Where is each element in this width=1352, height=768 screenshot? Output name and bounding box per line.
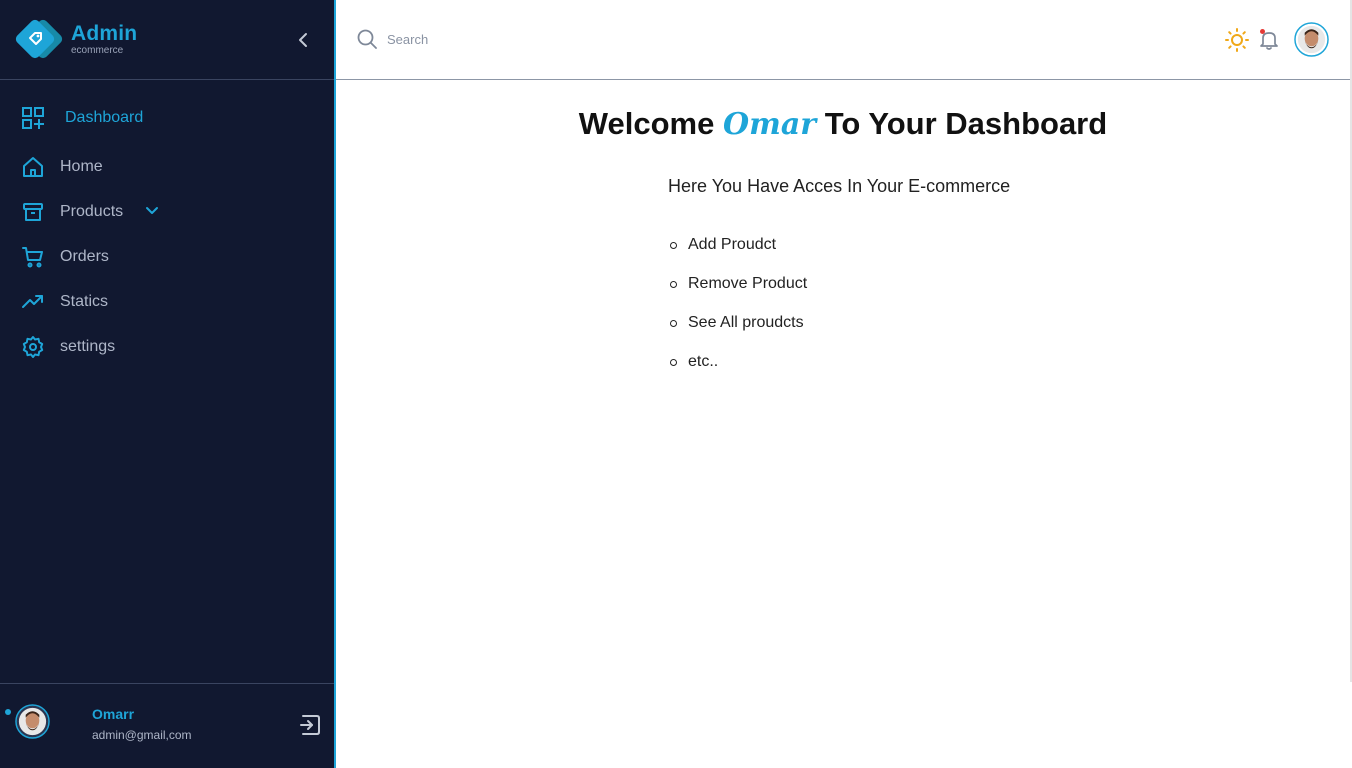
sidebar-item-label: Statics [60,293,109,310]
gear-icon [20,334,46,360]
cart-icon [20,244,46,270]
welcome-user-name: Omar [722,107,817,142]
sidebar-item-products[interactable]: Products [0,192,334,232]
sidebar-item-statics[interactable]: Statics [0,282,334,322]
sidebar-item-orders[interactable]: Orders [0,237,334,277]
brand-title: Admin [71,22,138,45]
chevron-left-icon [299,33,307,47]
page-title: Welcome Omar To Your Dashboard [336,106,1350,142]
sidebar-item-dashboard[interactable]: Dashboard [0,98,334,138]
brand: Admin ecommerce [0,0,334,80]
welcome-prefix: Welcome [578,106,715,141]
chevron-down-icon[interactable] [142,201,162,221]
search-input[interactable] [387,28,687,50]
user-profile: Omarr admin@gmail,com [0,683,334,768]
notification-dot [1260,29,1265,34]
feature-list: Add Proudct Remove Product See All proud… [668,236,807,392]
brand-subtitle: ecommerce [71,45,124,56]
avatar[interactable] [15,704,50,739]
list-item: See All proudcts [668,314,807,353]
sidebar-item-label: Products [60,203,124,220]
logo-icon [15,19,63,59]
sidebar-item-label: Home [60,158,103,175]
sidebar-item-label: Dashboard [65,109,144,126]
trending-up-icon [20,289,46,315]
sun-icon[interactable] [1225,28,1249,52]
main-content: Welcome Omar To Your Dashboard Here You … [336,80,1350,768]
sidebar-item-label: Orders [60,248,109,265]
page-subtitle: Here You Have Acces In Your E-commerce [668,176,1011,196]
sidebar-item-settings[interactable]: settings [0,327,334,367]
sidebar-item-label: settings [60,338,116,355]
search-icon [357,29,377,49]
list-item: etc.. [668,353,807,392]
header-avatar[interactable] [1294,22,1329,57]
collapse-sidebar-button[interactable] [292,29,314,51]
dashboard-icon [20,105,46,131]
sidebar: Admin ecommerce Dashboard Home Products … [0,0,336,768]
topbar [336,0,1350,80]
archive-box-icon [20,199,46,225]
home-icon [20,154,46,180]
sidebar-item-home[interactable]: Home [0,147,334,187]
logout-icon[interactable] [298,713,322,737]
user-name: Omarr [92,706,135,722]
user-email: admin@gmail,com [92,728,192,742]
online-status-dot [5,709,11,715]
welcome-suffix: To Your Dashboard [824,106,1108,141]
list-item: Add Proudct [668,236,807,275]
list-item: Remove Product [668,275,807,314]
